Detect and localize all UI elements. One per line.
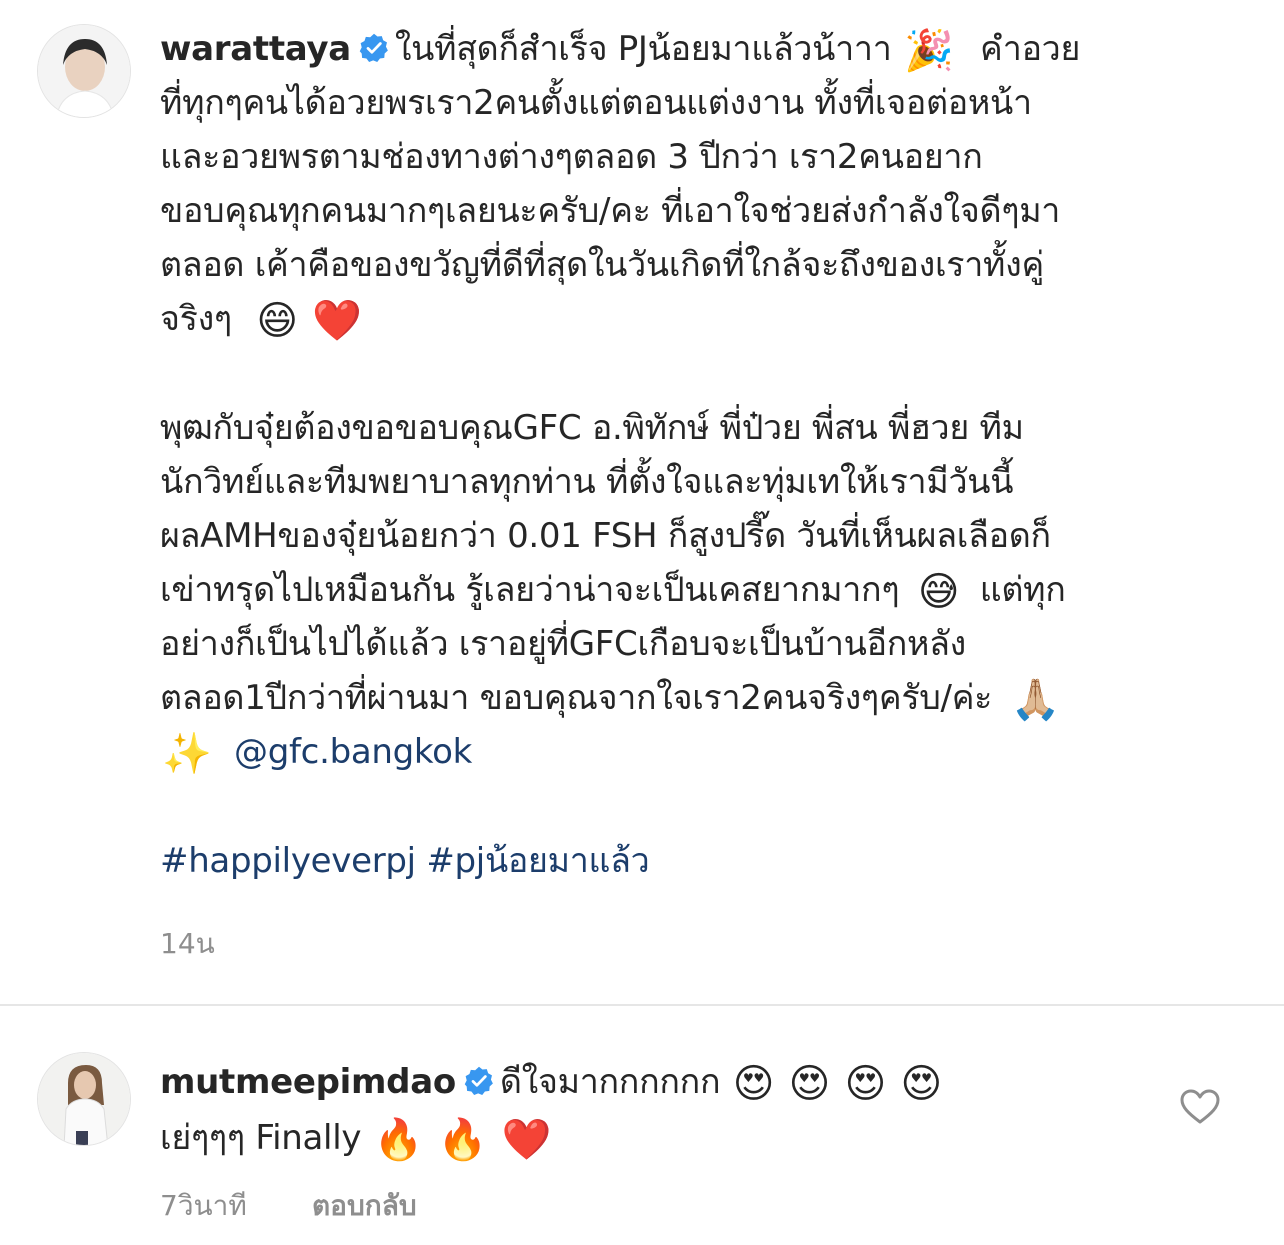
heart-eyes-icon: 😍 [732, 1061, 775, 1107]
red-heart-icon: ❤️ [501, 1117, 552, 1163]
post-timestamp: 14น [160, 927, 215, 960]
verified-badge-icon [464, 1066, 493, 1095]
caption-line-4: ขอบคุณทุกคนมากๆเลยนะครับ/คะ ที่เอาใจช่วย… [160, 191, 1061, 231]
party-popper-icon: 🎉 [904, 28, 954, 74]
heart-eyes-icon: 😍 [900, 1061, 943, 1107]
caption-hashtags-line: #happilyeverpj #pjน้อยมาแล้ว [160, 834, 1250, 888]
heart-eyes-icon: 😍 [788, 1061, 831, 1107]
caption-line-1: warattaya ในที่สุดก็สำเร็จ PJน้อยมาแล้วน้… [160, 28, 1081, 74]
reply-button[interactable]: ตอบกลับ [312, 1184, 417, 1228]
like-comment-heart-icon[interactable] [1180, 1089, 1220, 1125]
caption-line-6: จริงๆ 😄 ❤️ [160, 298, 362, 344]
post-caption: warattaya ในที่สุดก็สำเร็จ PJน้อยมาแล้วน้… [160, 22, 1250, 888]
comment-line-2: เย่ๆๆๆ Finally 🔥 🔥 ❤️ [160, 1117, 552, 1163]
comment-line-1: mutmeepimdao ดีใจมากกกกกก 😍 😍 😍 😍 [160, 1061, 943, 1107]
caption-line-10: เข่าทรุดไปเหมือนกัน รู้เลยว่าน่าจะเป็นเค… [160, 569, 1066, 615]
post-author-avatar[interactable] [37, 24, 131, 118]
comment: mutmeepimdao ดีใจมากกกกกก 😍 😍 😍 😍 เย่ๆๆๆ … [160, 1054, 1160, 1166]
heart-eyes-icon: 😍 [844, 1061, 887, 1107]
folded-hands-icon: 🙏🏼 [1010, 677, 1061, 723]
grinning-sweat-icon: 😅 [917, 569, 960, 615]
caption-line-5: ตลอด เค้าคือของขวัญที่ดีที่สุดในวันเกิดท… [160, 245, 1044, 285]
caption-line-13: ✨ @gfc.bangkok [160, 725, 1250, 779]
divider [0, 1004, 1284, 1006]
caption-line-12: ตลอด1ปีกว่าที่ผ่านมา ขอบคุณจากใจเรา2คนจร… [160, 677, 1061, 723]
fire-icon: 🔥 [437, 1117, 488, 1163]
caption-line-11: อย่างก็เป็นไปได้แล้ว เราอยู่ที่GFCเกือบจ… [160, 624, 966, 664]
verified-badge-icon [359, 33, 388, 62]
mention-link[interactable]: @gfc.bangkok [234, 732, 472, 772]
commenter-username[interactable]: mutmeepimdao [160, 1062, 456, 1102]
comment-timestamp: 7วินาที [160, 1189, 247, 1222]
commenter-avatar[interactable] [37, 1052, 131, 1146]
caption-line-2: ที่ทุกๆคนได้อวยพรเรา2คนตั้งแต่ตอนแต่งงาน… [160, 83, 1032, 123]
hashtag-links[interactable]: #happilyeverpj #pjน้อยมาแล้ว [160, 841, 650, 881]
caption-line-7: พุฒกับจุ๋ยต้องขอขอบคุณGFC อ.พิทักษ์ พี่ป… [160, 408, 1024, 448]
sparkles-icon: ✨ [162, 731, 212, 777]
fire-icon: 🔥 [373, 1117, 424, 1163]
caption-line-9: ผลAMHของจุ๋ยน้อยกว่า 0.01 FSH ก็สูงปรี๊ด… [160, 516, 1051, 556]
post-author-username[interactable]: warattaya [160, 29, 351, 69]
caption-line-8: นักวิทย์และทีมพยาบาลทุกท่าน ที่ตั้งใจและ… [160, 462, 1014, 502]
red-heart-icon: ❤️ [312, 298, 362, 344]
caption-line-3: และอวยพรตามช่องทางต่างๆตลอด 3 ปีกว่า เรา… [160, 137, 983, 177]
grinning-face-icon: 😄 [256, 298, 298, 344]
